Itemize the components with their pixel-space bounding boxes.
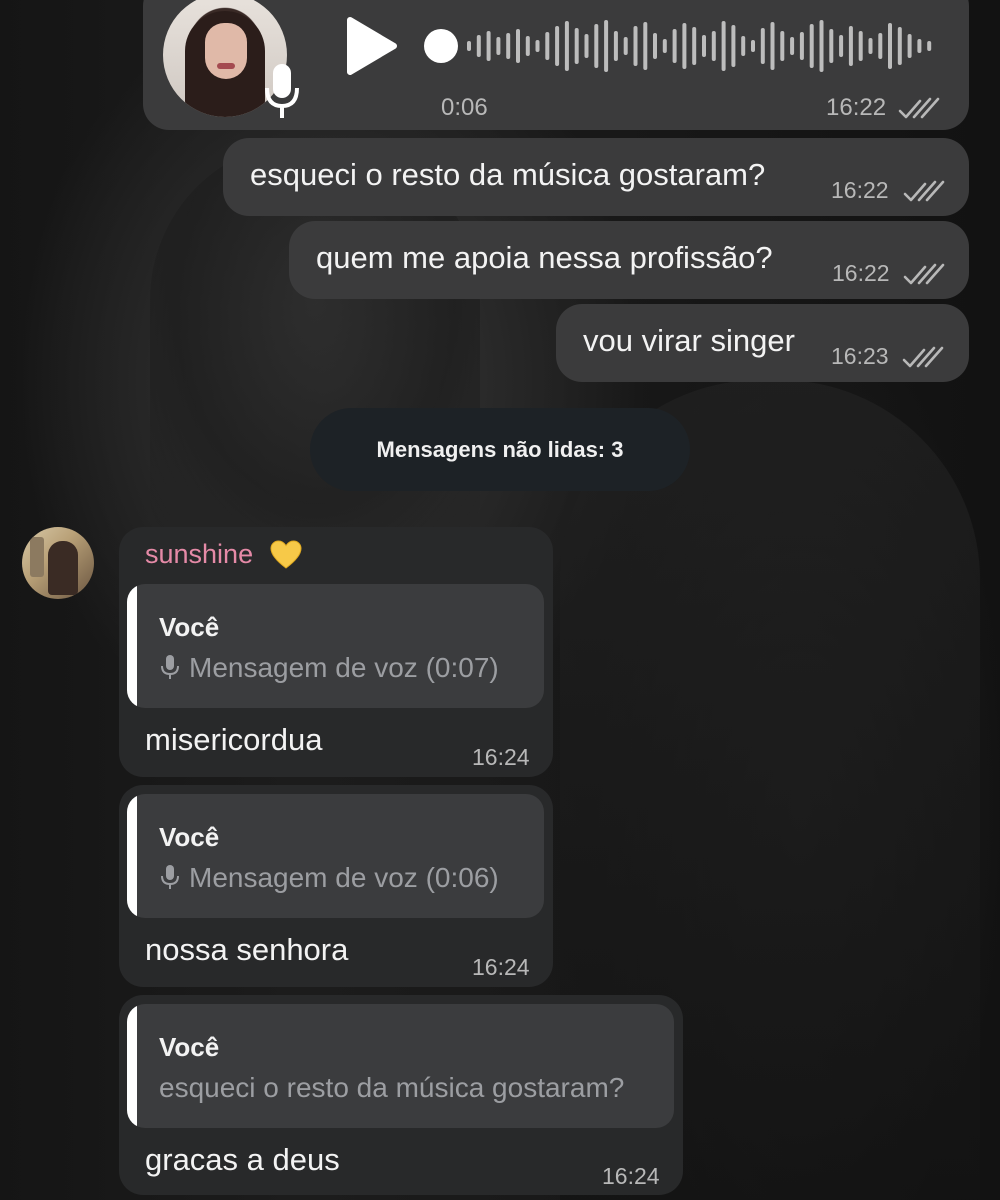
reply-quote[interactable]: Você Mensagem de voz (0:07) bbox=[127, 584, 544, 708]
waveform-bar bbox=[721, 21, 726, 71]
yellow-heart-icon bbox=[270, 540, 302, 569]
reply-author: Você bbox=[159, 612, 220, 642]
double-check-icon bbox=[903, 180, 945, 202]
message-text: quem me apoia nessa profissão? bbox=[316, 240, 773, 275]
message-time: 16:22 bbox=[831, 177, 889, 203]
waveform-bar bbox=[780, 31, 785, 61]
message-time: 16:23 bbox=[831, 343, 889, 369]
double-check-icon bbox=[902, 346, 944, 368]
waveform-bar bbox=[760, 28, 765, 64]
waveform-bar bbox=[878, 33, 883, 59]
double-check-icon bbox=[903, 263, 945, 285]
message-time: 16:24 bbox=[472, 954, 530, 980]
message-time: 16:22 bbox=[826, 94, 887, 121]
waveform-bar bbox=[888, 23, 892, 69]
reply-text-row: Mensagem de voz (0:07) bbox=[159, 652, 499, 684]
avatar-detail bbox=[30, 537, 44, 577]
playback-scrubber[interactable] bbox=[424, 29, 458, 63]
reply-quote-bar bbox=[127, 1004, 137, 1128]
waveform-bar bbox=[613, 31, 618, 61]
waveform-bar bbox=[555, 26, 560, 66]
waveform-bar bbox=[604, 20, 609, 72]
waveform-bar bbox=[516, 29, 520, 63]
microphone-icon bbox=[161, 655, 179, 679]
waveform-bar bbox=[907, 34, 912, 58]
reply-text: Mensagem de voz (0:07) bbox=[189, 652, 499, 683]
reply-quote-bar bbox=[127, 584, 137, 708]
waveform-bar bbox=[731, 25, 736, 67]
waveform-bar bbox=[770, 22, 775, 70]
waveform-bar bbox=[751, 40, 755, 52]
waveform-bar bbox=[496, 37, 501, 55]
waveform-bar bbox=[858, 31, 863, 61]
reply-author: Você bbox=[159, 822, 220, 852]
waveform-bar bbox=[545, 32, 550, 60]
voice-duration: 0:06 bbox=[441, 94, 488, 121]
waveform-bar bbox=[467, 41, 471, 51]
waveform-bar bbox=[848, 26, 853, 66]
avatar-lips bbox=[217, 63, 235, 69]
avatar-person bbox=[48, 541, 78, 595]
waveform-bar bbox=[711, 31, 716, 61]
microphone-icon bbox=[265, 64, 299, 118]
message-text: gracas a deus bbox=[145, 1142, 340, 1177]
message-time: 16:22 bbox=[832, 260, 890, 286]
waveform-bar bbox=[653, 33, 657, 59]
waveform-bar bbox=[574, 28, 579, 64]
sender-name[interactable]: sunshine bbox=[145, 539, 253, 570]
waveform-bar bbox=[584, 34, 589, 58]
reply-author: Você bbox=[159, 1032, 220, 1062]
waveform-bar bbox=[633, 26, 638, 66]
waveform-bar bbox=[692, 27, 697, 65]
reply-text-row: Mensagem de voz (0:06) bbox=[159, 862, 499, 894]
avatar-face bbox=[205, 23, 247, 79]
waveform-bar bbox=[809, 24, 814, 68]
unread-messages-divider: Mensagens não lidas: 3 bbox=[310, 408, 690, 491]
outgoing-message-bubble[interactable]: esqueci o resto da música gostaram? 16:2… bbox=[223, 138, 969, 216]
waveform-bar bbox=[702, 35, 706, 57]
play-icon[interactable] bbox=[340, 14, 400, 78]
microphone-icon bbox=[161, 865, 179, 889]
waveform-bar bbox=[790, 37, 795, 55]
waveform-bar bbox=[819, 20, 824, 72]
message-text: vou virar singer bbox=[583, 323, 795, 358]
reply-quote-bar bbox=[127, 794, 137, 918]
waveform-bar bbox=[897, 27, 902, 65]
waveform-bar bbox=[623, 37, 628, 55]
message-time: 16:24 bbox=[472, 744, 530, 770]
message-text: nossa senhora bbox=[145, 932, 349, 967]
waveform-bar bbox=[829, 29, 834, 63]
reply-quote[interactable]: Você Mensagem de voz (0:06) bbox=[127, 794, 544, 918]
waveform-bar bbox=[839, 35, 844, 57]
waveform-bar bbox=[535, 40, 540, 52]
message-text: misericordua bbox=[145, 722, 323, 757]
outgoing-message-bubble[interactable]: vou virar singer 16:23 bbox=[556, 304, 969, 382]
waveform-bar bbox=[662, 39, 667, 53]
sender-avatar[interactable] bbox=[22, 527, 94, 599]
double-check-icon bbox=[898, 97, 940, 119]
waveform-bar bbox=[799, 32, 804, 60]
waveform-bar bbox=[927, 41, 932, 51]
outgoing-message-bubble[interactable]: quem me apoia nessa profissão? 16:22 bbox=[289, 221, 969, 299]
reply-text: esqueci o resto da música gostaram? bbox=[159, 1072, 625, 1103]
waveform-bar bbox=[672, 29, 677, 63]
reply-quote[interactable]: Você esqueci o resto da música gostaram? bbox=[127, 1004, 674, 1128]
reply-text: Mensagem de voz (0:06) bbox=[189, 862, 499, 893]
waveform-bar bbox=[506, 33, 511, 59]
waveform-bar bbox=[682, 23, 687, 69]
waveform-bar bbox=[525, 36, 530, 56]
waveform-bar bbox=[917, 39, 922, 53]
waveform-bar bbox=[476, 35, 481, 57]
message-text: esqueci o resto da música gostaram? bbox=[250, 157, 766, 192]
waveform-bar bbox=[564, 21, 569, 71]
message-time: 16:24 bbox=[602, 1163, 660, 1189]
voice-waveform[interactable] bbox=[465, 14, 935, 78]
waveform-bar bbox=[486, 31, 491, 61]
waveform-bar bbox=[594, 24, 599, 68]
waveform-bar bbox=[741, 36, 746, 56]
waveform-bar bbox=[643, 22, 648, 70]
waveform-bar bbox=[868, 38, 873, 54]
